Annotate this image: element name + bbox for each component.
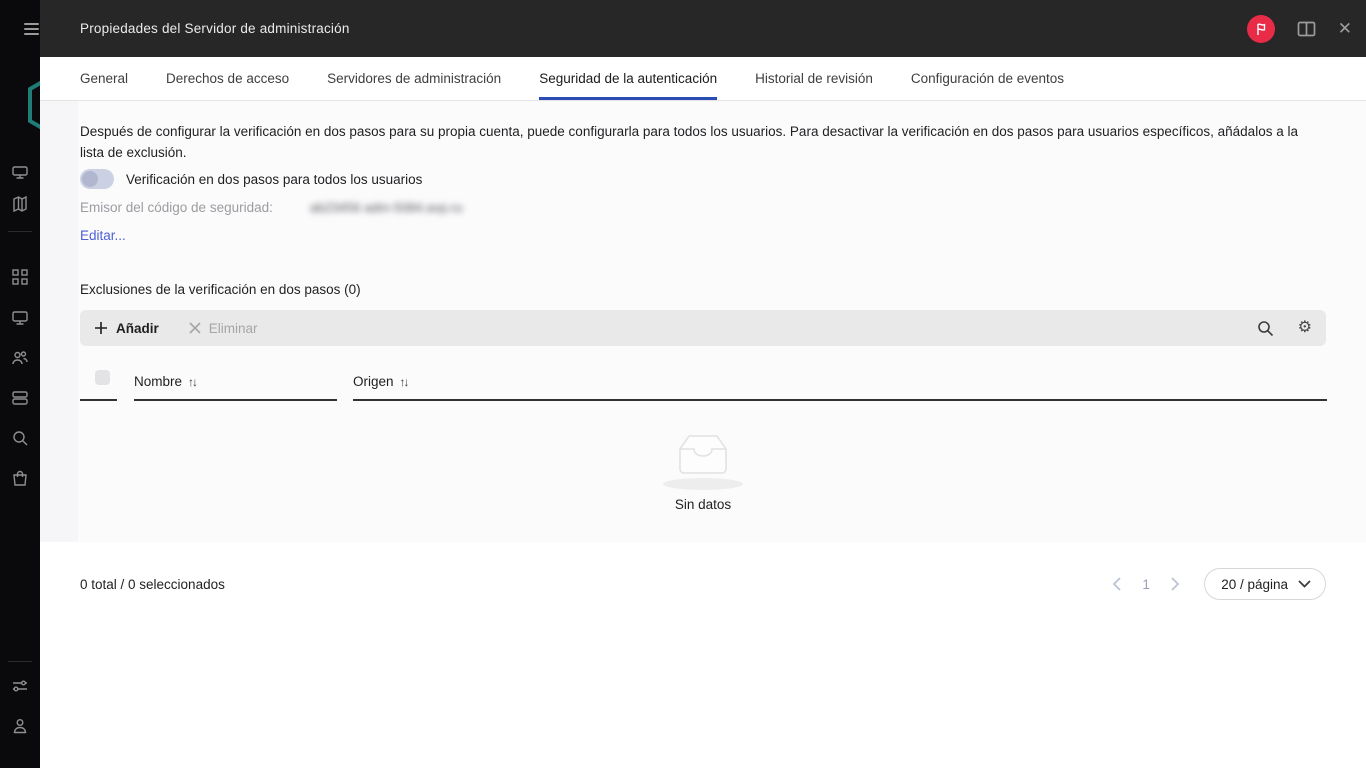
next-page-chevron-icon[interactable]: [1171, 577, 1180, 591]
exclusions-toolbar: Añadir Eliminar ⚙: [80, 310, 1326, 346]
two-step-description: Después de configurar la verificación en…: [80, 121, 1324, 163]
table-search-button[interactable]: [1257, 320, 1274, 337]
empty-state: Sin datos: [603, 432, 803, 512]
whats-new-flag-button[interactable]: [1247, 15, 1275, 43]
empty-tray-shadow: [663, 478, 743, 490]
nav-rail: [0, 0, 40, 768]
tab-authentication-security[interactable]: Seguridad de la autenticación: [539, 57, 717, 100]
two-step-toggle[interactable]: [80, 169, 114, 189]
tab-event-configuration[interactable]: Configuración de eventos: [911, 57, 1064, 100]
flag-icon: [1254, 22, 1268, 36]
monitoring-icon[interactable]: [11, 163, 29, 181]
selection-summary: 0 total / 0 seleccionados: [80, 577, 225, 592]
empty-state-text: Sin datos: [603, 497, 803, 512]
page-number[interactable]: 1: [1135, 577, 1157, 592]
prev-page-chevron-icon[interactable]: [1112, 577, 1121, 591]
window-title: Propiedades del Servidor de administraci…: [80, 21, 350, 36]
x-icon: [189, 322, 201, 334]
page-size-select[interactable]: 20 / página: [1204, 568, 1326, 600]
two-step-toggle-row: Verificación en dos pasos para todos los…: [80, 169, 422, 189]
reports-icon[interactable]: [11, 195, 29, 213]
titlebar: Propiedades del Servidor de administraci…: [40, 0, 1366, 57]
tab-administration-servers[interactable]: Servidores de administración: [327, 57, 501, 100]
devices-icon[interactable]: [11, 309, 29, 327]
two-step-toggle-label: Verificación en dos pasos para todos los…: [126, 172, 422, 187]
delete-button[interactable]: Eliminar: [189, 321, 258, 336]
edit-link[interactable]: Editar...: [80, 228, 126, 243]
documentation-button[interactable]: [1297, 21, 1316, 37]
menu-hamburger-icon[interactable]: [24, 23, 39, 35]
marketplace-icon[interactable]: [11, 469, 29, 487]
add-button[interactable]: Añadir: [94, 321, 159, 336]
security-code-issuer-value-redacted: ab23456 adm-5084.avp.ru: [310, 200, 463, 215]
users-icon[interactable]: [11, 349, 29, 367]
properties-tabbar: General Derechos de acceso Servidores de…: [40, 57, 1366, 101]
header-rule: [353, 399, 1327, 401]
header-rule: [80, 399, 117, 401]
sort-icon[interactable]: ↑↓: [188, 375, 196, 389]
operations-icon[interactable]: [11, 389, 29, 407]
close-icon[interactable]: ✕: [1338, 19, 1352, 39]
tab-revision-history[interactable]: Historial de revisión: [755, 57, 873, 100]
column-header-origen[interactable]: Origen↑↓: [353, 374, 408, 389]
kaspersky-logo-icon: [26, 70, 40, 140]
pagination: 1 20 / página: [1112, 568, 1326, 600]
toggle-knob: [82, 171, 98, 187]
rail-divider: [8, 661, 32, 662]
sort-icon[interactable]: ↑↓: [400, 375, 408, 389]
console-settings-icon[interactable]: [11, 677, 29, 695]
column-header-nombre[interactable]: Nombre↑↓: [134, 374, 196, 389]
gear-icon: ⚙: [1298, 320, 1312, 336]
admin-server-properties-window: Propiedades del Servidor de administraci…: [0, 0, 1366, 768]
tab-general[interactable]: General: [80, 57, 128, 100]
security-code-issuer-label: Emisor del código de seguridad:: [80, 200, 273, 215]
search-icon: [1257, 320, 1274, 337]
empty-tray-icon: [672, 432, 734, 478]
tab-access-rights[interactable]: Derechos de acceso: [166, 57, 289, 100]
chevron-down-icon: [1298, 580, 1311, 588]
book-icon: [1297, 21, 1316, 37]
plus-icon: [94, 321, 108, 335]
select-all-checkbox[interactable]: [95, 370, 110, 385]
account-icon[interactable]: [11, 717, 29, 735]
column-settings-button[interactable]: ⚙: [1298, 320, 1312, 336]
exclusions-section-title: Exclusiones de la verificación en dos pa…: [80, 282, 361, 297]
rail-divider: [8, 231, 32, 232]
pane-left-gutter: [40, 101, 78, 542]
discovery-deployment-icon[interactable]: [11, 268, 29, 286]
header-rule: [134, 399, 337, 401]
search-nav-icon[interactable]: [11, 429, 29, 447]
